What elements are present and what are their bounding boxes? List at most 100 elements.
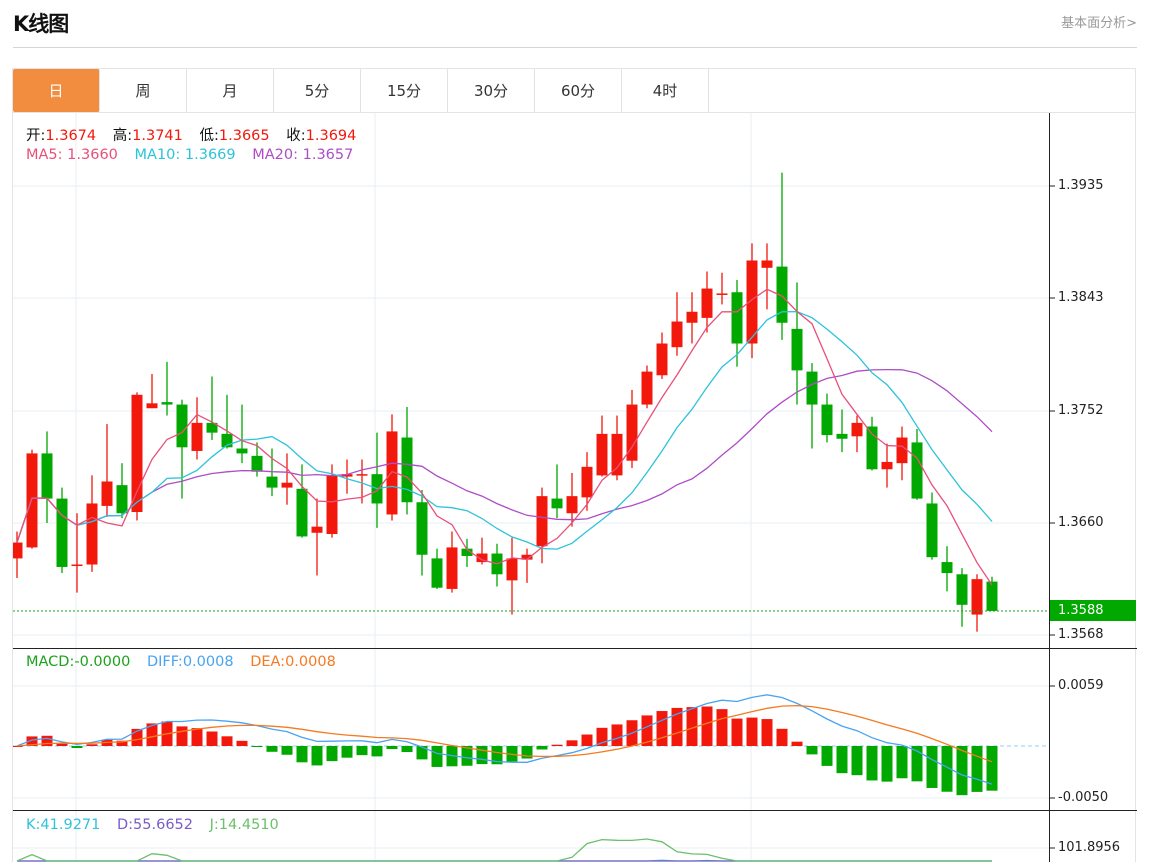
k-label: K: xyxy=(26,817,41,833)
price-tick-label: 1.3568 xyxy=(1058,627,1104,642)
candle-up xyxy=(851,422,863,437)
candle-up xyxy=(716,293,728,295)
candle-up xyxy=(686,311,698,323)
candle-up xyxy=(86,503,98,565)
candle-down xyxy=(806,371,818,405)
diff-value: 0.0008 xyxy=(182,654,234,670)
macd-legend: MACD:-0.0000 DIFF:0.0008 DEA:0.0008 xyxy=(26,654,336,670)
macd-bar xyxy=(371,746,383,757)
low-value: 1.3665 xyxy=(218,128,270,144)
macd-bar xyxy=(806,746,818,755)
candle-up xyxy=(881,461,893,470)
candle-down xyxy=(926,503,938,558)
candle-up xyxy=(761,260,773,268)
macd-bar xyxy=(401,746,413,753)
macd-bar xyxy=(821,746,833,766)
candle-down xyxy=(56,498,68,567)
macd-bar xyxy=(71,746,83,748)
ma10-line xyxy=(16,310,993,550)
candle-up xyxy=(506,558,518,581)
macd-bar xyxy=(926,746,938,788)
j-label: J: xyxy=(209,817,219,833)
candle-up xyxy=(596,433,608,476)
macd-bar xyxy=(881,746,893,782)
macd-bar xyxy=(386,746,398,750)
high-label: 高: xyxy=(112,128,133,144)
macd-bar xyxy=(251,746,263,747)
candle-up xyxy=(326,475,338,534)
dea-label: DEA: xyxy=(250,654,286,670)
macd-bar xyxy=(221,736,233,746)
macd-tick-label: -0.0050 xyxy=(1058,790,1109,805)
ohlc-legend: 开:1.3674 高:1.3741 低:1.3665 收:1.3694 xyxy=(26,124,356,145)
candle-down xyxy=(176,404,188,448)
candle-down xyxy=(251,455,263,472)
price-tick-label: 1.3843 xyxy=(1058,290,1104,305)
candle-up xyxy=(611,433,623,476)
last-price-tag: 1.3588 xyxy=(1050,600,1136,621)
macd-bar xyxy=(431,746,443,767)
candle-up xyxy=(536,496,548,547)
macd-bar xyxy=(281,746,293,755)
macd-bar xyxy=(311,746,323,766)
candle-down xyxy=(956,574,968,605)
candle-down xyxy=(911,442,923,499)
macd-label: MACD: xyxy=(26,654,75,670)
kdj-legend: K:41.9271 D:55.6652 J:14.4510 xyxy=(26,817,279,833)
candle-down xyxy=(731,292,743,344)
close-value: 1.3694 xyxy=(305,128,357,144)
candle-up xyxy=(641,371,653,405)
macd-bar xyxy=(536,746,548,750)
candle-up xyxy=(971,579,983,615)
candle-down xyxy=(821,404,833,436)
macd-bar xyxy=(86,744,98,746)
candle-down xyxy=(866,426,878,470)
candle-up xyxy=(896,437,908,464)
candle-up xyxy=(281,482,293,488)
macd-bar xyxy=(731,718,743,746)
open-value: 1.3674 xyxy=(45,128,97,144)
candle-down xyxy=(161,402,173,405)
ma5-label: MA5: xyxy=(26,147,63,163)
candle-down xyxy=(986,581,998,611)
kdj-tick-label: 101.8956 xyxy=(1058,840,1121,855)
candle-up xyxy=(146,403,158,409)
j-line xyxy=(16,838,992,862)
macd-bar xyxy=(836,746,848,774)
candle-up xyxy=(581,466,593,498)
macd-bar xyxy=(191,728,203,746)
macd-bar xyxy=(476,746,488,765)
j-value: 14.4510 xyxy=(218,817,279,833)
macd-bar xyxy=(206,731,218,746)
price-tick-label: 1.3752 xyxy=(1058,403,1104,418)
macd-bar xyxy=(176,726,188,746)
price-tick-label: 1.3660 xyxy=(1058,515,1104,530)
close-label: 收: xyxy=(286,128,306,144)
candle-up xyxy=(191,422,203,451)
macd-bar xyxy=(701,706,713,746)
ma5-value: 1.3660 xyxy=(67,147,118,163)
candle-up xyxy=(71,564,83,567)
macd-bar xyxy=(776,728,788,746)
macd-bar xyxy=(896,746,908,779)
macd-bar xyxy=(566,740,578,746)
candle-down xyxy=(416,502,428,555)
ma20-label: MA20: xyxy=(252,147,299,163)
candle-up xyxy=(356,474,368,476)
ma-legend: MA5: 1.3660 MA10: 1.3669 MA20: 1.3657 xyxy=(26,147,353,163)
candle-down xyxy=(236,448,248,454)
ma10-value: 1.3669 xyxy=(184,147,236,163)
candle-down xyxy=(941,562,953,574)
macd-bar xyxy=(356,746,368,756)
d-label: D: xyxy=(116,817,134,833)
macd-bar xyxy=(551,744,563,746)
candle-down xyxy=(296,488,308,537)
candle-up xyxy=(13,542,23,559)
macd-bar xyxy=(656,711,668,746)
candle-up xyxy=(566,496,578,514)
macd-bar xyxy=(851,746,863,776)
ma20-line xyxy=(16,368,993,543)
high-value: 1.3741 xyxy=(132,128,183,144)
macd-bar xyxy=(326,746,338,762)
macd-tick-label: 0.0059 xyxy=(1058,678,1104,693)
